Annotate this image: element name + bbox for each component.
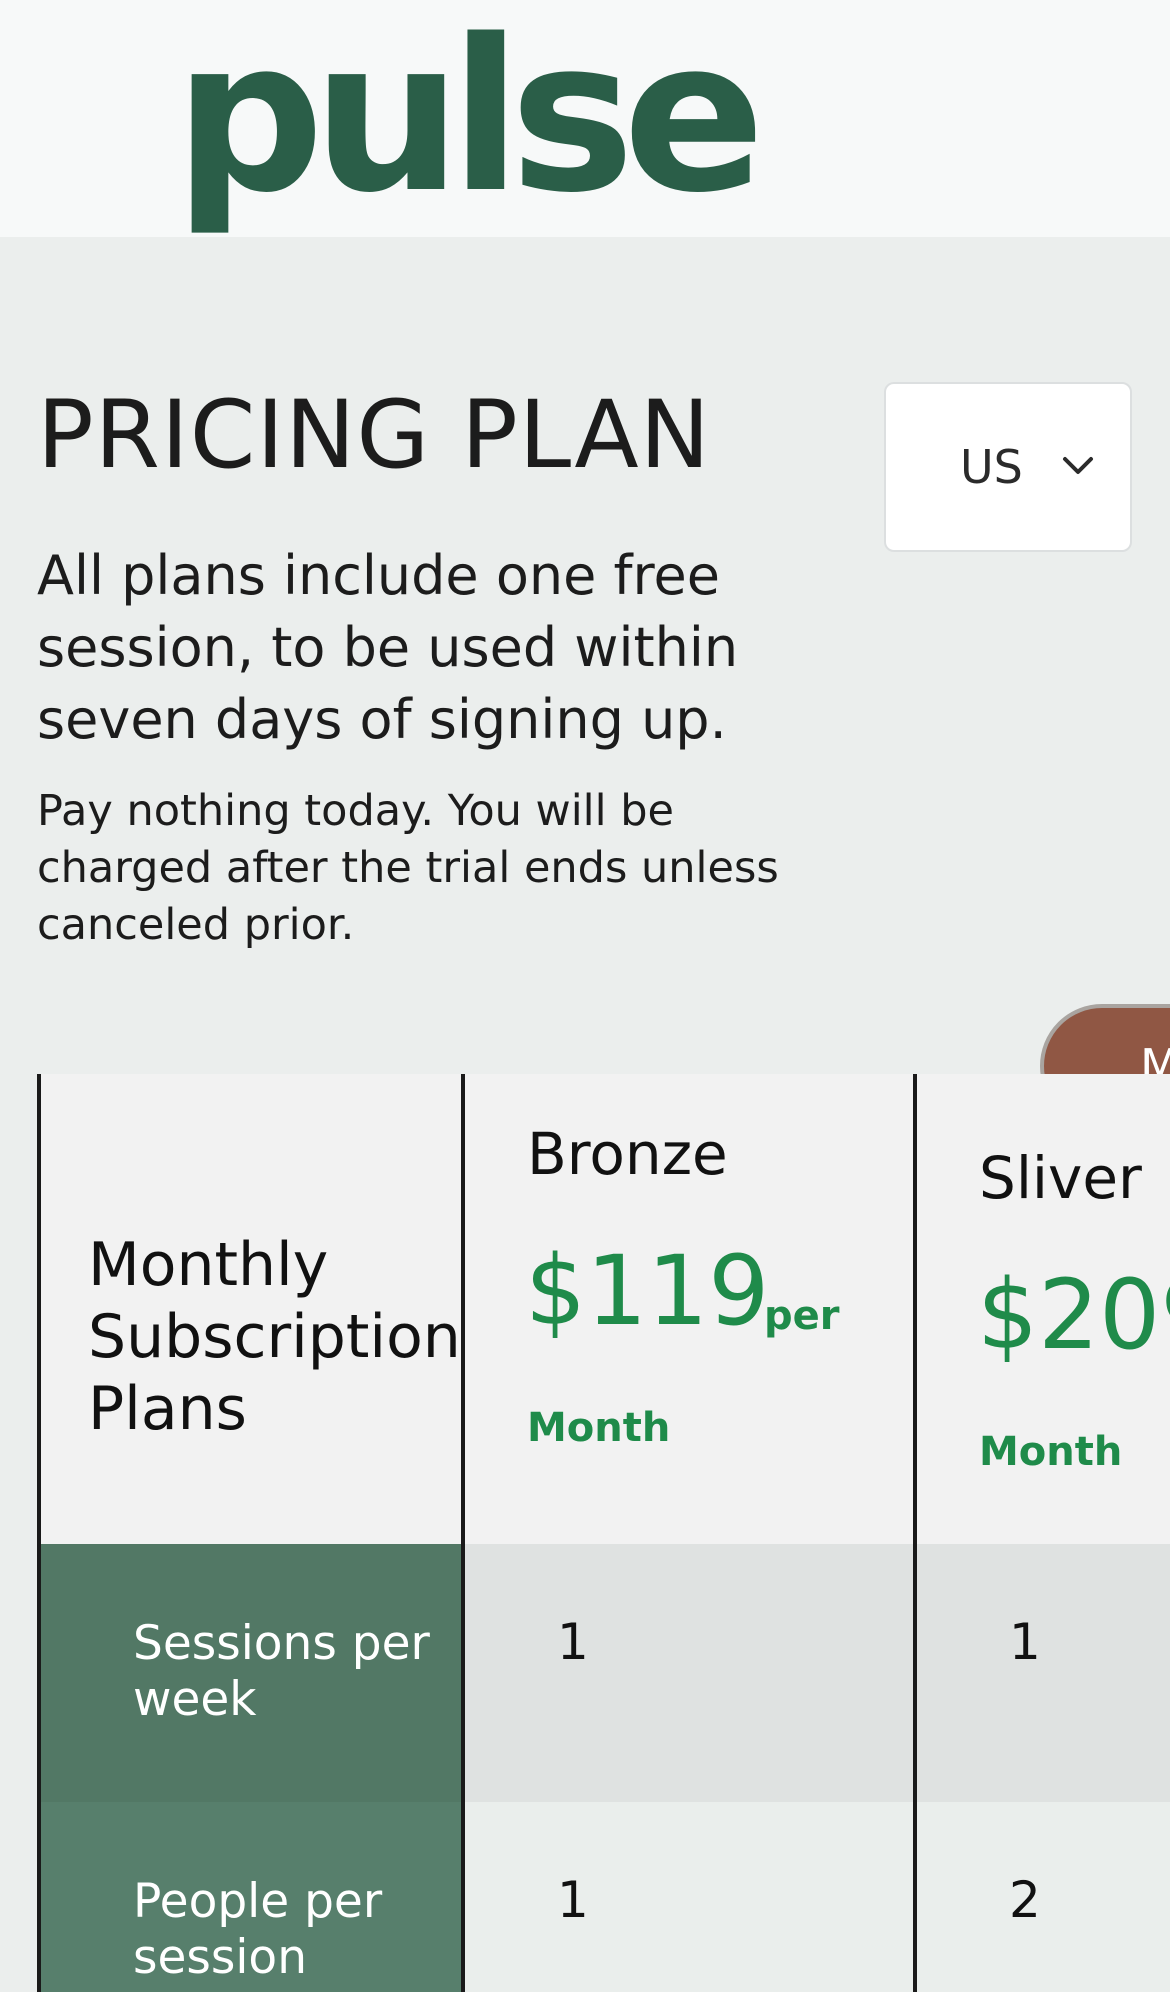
trial-note: Pay nothing today. You will be charged a…: [37, 786, 779, 950]
plan-header-bronze[interactable]: Bronze $119 per Month: [465, 1074, 913, 1544]
intro-text: All plans include one free session, to b…: [37, 544, 739, 751]
plan-period: Month: [527, 1405, 671, 1451]
plan-price: $119: [525, 1235, 770, 1347]
plan-name: Sliver: [979, 1144, 1142, 1212]
page-title: PRICING PLAN: [37, 381, 711, 490]
plan-price: $209: [977, 1259, 1170, 1371]
table-cell: 1: [465, 1802, 913, 1992]
plan-name: Bronze: [527, 1120, 728, 1188]
table-cell: 1: [917, 1544, 1170, 1802]
table-cell: 1: [465, 1544, 913, 1802]
table-column-divider: [913, 1074, 917, 1992]
cell-value: 1: [1009, 1613, 1041, 1671]
row-label: Sessions per week: [133, 1616, 430, 1727]
row-label-cell: People per session: [41, 1802, 461, 1992]
pricing-table: Monthly Subscription Plans Bronze $119 p…: [37, 1074, 1170, 1992]
plan-per: per: [764, 1293, 840, 1339]
country-select[interactable]: US: [884, 382, 1132, 552]
cell-value: 1: [557, 1871, 589, 1929]
pricing-page: pulse PRICING PLAN US All plans include …: [0, 0, 1170, 1992]
table-cell: 2: [917, 1802, 1170, 1992]
row-label-cell: Sessions per week: [41, 1544, 461, 1802]
table-column-divider: [461, 1074, 465, 1992]
chevron-down-icon: [1063, 457, 1093, 474]
pulse-logo[interactable]: pulse: [174, 12, 765, 222]
cell-value: 1: [557, 1613, 589, 1671]
table-border-left: [37, 1074, 41, 1992]
cell-value: 2: [1009, 1871, 1041, 1929]
plan-period: Month: [979, 1429, 1123, 1475]
country-select-value: US: [960, 440, 1023, 494]
top-bar: pulse: [0, 0, 1170, 237]
row-label: People per session: [133, 1874, 383, 1985]
table-header-label-cell: Monthly Subscription Plans: [41, 1074, 461, 1544]
table-header-label: Monthly Subscription Plans: [88, 1230, 461, 1444]
plan-header-sliver[interactable]: Sliver $209 Month: [917, 1074, 1170, 1544]
